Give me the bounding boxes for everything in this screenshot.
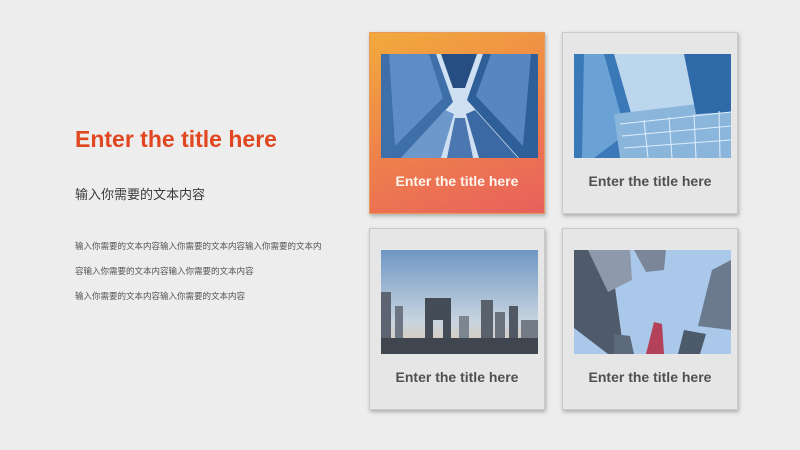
card-2-caption: Enter the title here: [588, 173, 712, 189]
slide-title: Enter the title here: [75, 126, 277, 152]
card-1[interactable]: Enter the title here: [369, 32, 545, 214]
slide-subtitle: 输入你需要的文本内容: [75, 187, 206, 202]
towers-up-photo: [574, 250, 731, 354]
card-4[interactable]: Enter the title here: [562, 228, 738, 410]
card-3-caption: Enter the title here: [395, 369, 519, 385]
skyscrapers-up-photo: [381, 54, 538, 158]
card-3[interactable]: Enter the title here: [369, 228, 545, 410]
card-1-caption: Enter the title here: [395, 173, 519, 189]
card-2[interactable]: Enter the title here: [562, 32, 738, 214]
city-skyline-photo: [381, 250, 538, 354]
body-text: 输入你需要的文本内容输入你需要的文本内容输入你需要的文本内容输入你需要的文本内容…: [75, 234, 325, 309]
card-4-caption: Enter the title here: [588, 369, 712, 385]
body-paragraph-2: 输入你需要的文本内容输入你需要的文本内容: [75, 291, 246, 301]
body-paragraph-1: 输入你需要的文本内容输入你需要的文本内容输入你需要的文本内容输入你需要的文本内容…: [75, 241, 322, 276]
glass-building-photo: [574, 54, 731, 158]
